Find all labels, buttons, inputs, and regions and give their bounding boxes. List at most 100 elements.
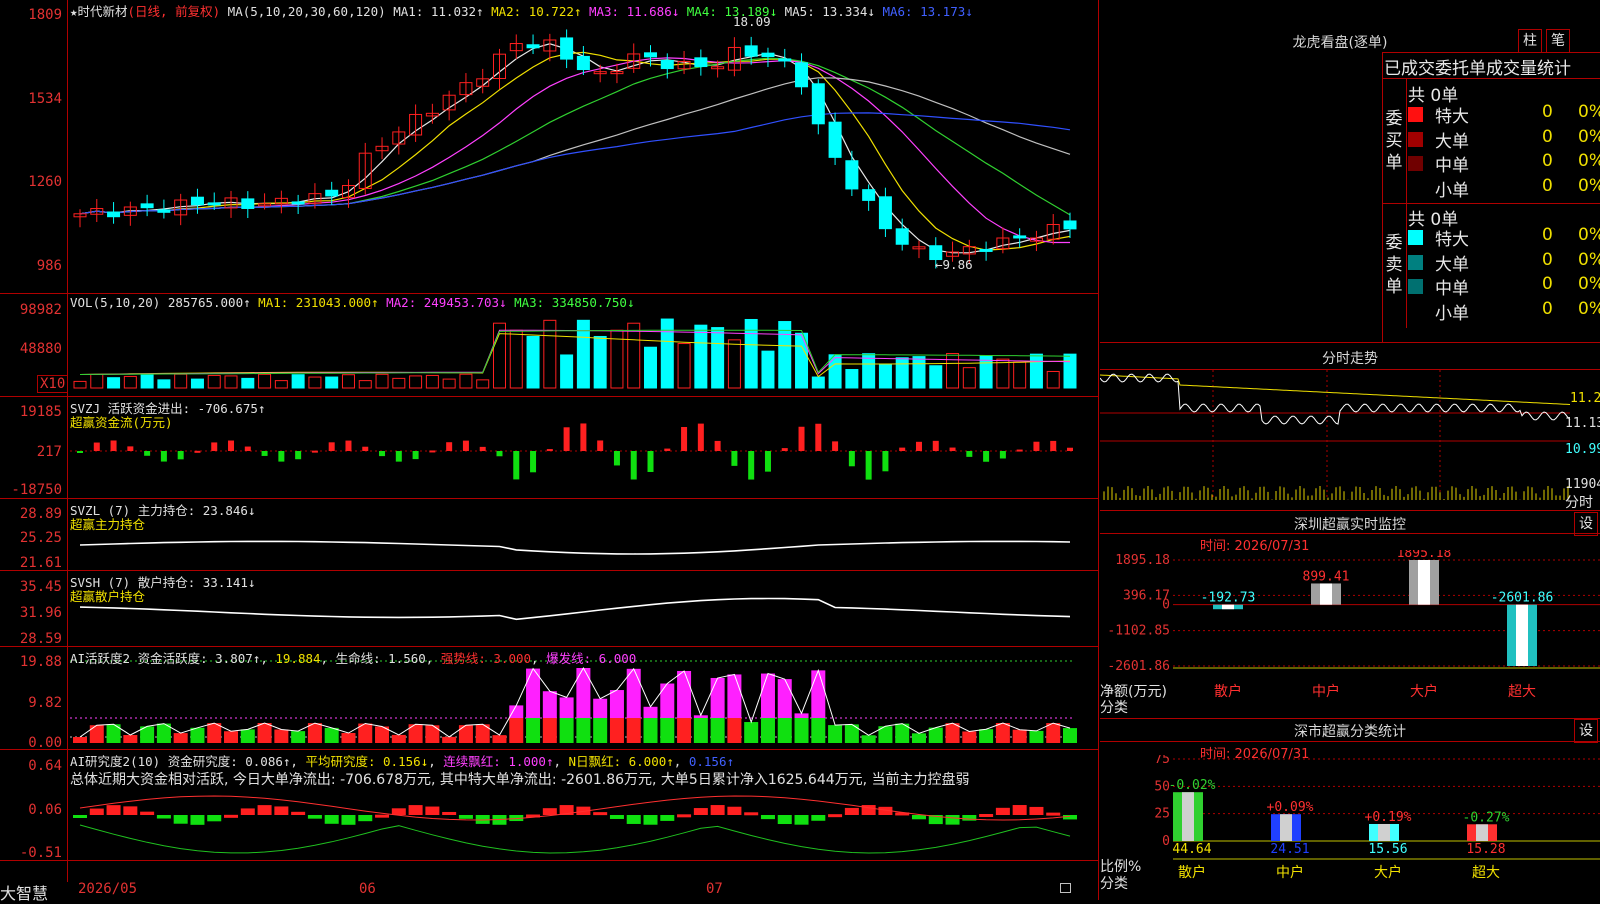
flow-bar <box>1067 447 1073 451</box>
activity-bar <box>173 733 188 743</box>
color-swatch <box>1408 107 1423 122</box>
flow-bar <box>932 440 939 451</box>
sell-row: 大单 0 0% <box>1408 249 1600 275</box>
flow-bar <box>664 448 671 451</box>
lock-icon[interactable] <box>1060 883 1071 893</box>
volume-bar <box>90 373 104 389</box>
candle <box>895 228 909 245</box>
order-percent: 0% <box>1578 249 1600 270</box>
activity-bar <box>727 718 742 743</box>
activity-bar <box>660 718 675 743</box>
ai2-summary: 总体近期大资金相对活跃, 今日大单净流出: -706.678万元, 其中特大单净… <box>70 772 970 788</box>
color-swatch <box>1408 230 1423 245</box>
flow-bar <box>865 451 872 480</box>
price-tick: 986 <box>36 258 62 274</box>
intraday-tick: 10.99 <box>1565 442 1600 457</box>
ma2-value: MA2: 10.722↑ <box>491 4 582 19</box>
research-bar <box>190 815 205 825</box>
monitor-tick: 1895.18 <box>1115 553 1170 568</box>
activity-bar <box>710 718 725 743</box>
activity-bar <box>240 729 255 743</box>
intraday-chart[interactable] <box>1100 370 1600 510</box>
monitor-category: 中户 <box>1312 683 1340 700</box>
activity-bar <box>291 731 306 743</box>
flow-bar <box>395 451 402 462</box>
price-tick: 1260 <box>28 174 62 190</box>
activity-bar <box>526 718 541 743</box>
activity-bar <box>777 718 792 743</box>
candle <box>325 189 339 197</box>
volume-bar <box>241 377 255 389</box>
intraday-vol-tick: 11904 <box>1565 477 1600 492</box>
ai2-cont: 连续飘红: 1.000↑ <box>443 754 554 769</box>
ai1-tick: 9.82 <box>28 695 62 711</box>
order-size-label: 大单 <box>1435 131 1469 152</box>
intraday-price-line <box>1100 373 1571 425</box>
tick-mode-button[interactable]: 笔 <box>1546 29 1570 53</box>
szmon-chart[interactable]: 1895.18396.170-1102.85-2601.86-192.73散户8… <box>1100 550 1600 718</box>
szcls-chart[interactable]: 7550250-0.02%44.64散户+0.09%24.51中户+0.19%1… <box>1100 755 1600 900</box>
monitor-tick: -2601.86 <box>1107 659 1170 674</box>
research-bar <box>811 815 826 821</box>
bar-mode-button[interactable]: 柱 <box>1518 29 1542 53</box>
stock-name[interactable]: ★时代新材 <box>70 4 128 19</box>
volume-bar <box>946 353 960 389</box>
szcls-settings-button[interactable]: 设 <box>1574 719 1598 743</box>
candle <box>761 52 775 58</box>
research-bar <box>677 814 692 818</box>
research-bar <box>442 811 457 815</box>
pane-divider <box>0 293 1098 294</box>
svzl-tick: 21.61 <box>19 555 62 571</box>
research-bar <box>274 806 289 815</box>
vol-tick: 48880 <box>19 341 62 357</box>
chart-mode[interactable]: (日线, 前复权) <box>128 4 221 19</box>
research-bar <box>89 808 104 815</box>
vol-unit: X10 <box>37 375 69 393</box>
candle <box>644 52 658 58</box>
research-bar <box>224 814 239 818</box>
candle <box>778 58 792 62</box>
activity-bar <box>542 718 557 743</box>
research-bar <box>341 815 356 825</box>
research-bar <box>828 814 843 818</box>
flow-bar <box>848 451 855 467</box>
activity-bar <box>257 723 272 743</box>
activity-bar <box>928 727 943 743</box>
candle <box>560 37 574 60</box>
volume-bar <box>627 322 641 389</box>
class-value-label: 24.51 <box>1270 842 1309 857</box>
flow-bar <box>899 447 906 451</box>
activity-bar <box>324 727 339 743</box>
research-bar <box>710 805 725 815</box>
flow-bar <box>647 451 654 472</box>
candle <box>241 198 255 209</box>
pane-divider <box>0 749 1098 750</box>
ai1-tick: 19.88 <box>19 654 62 670</box>
activity-bar <box>911 733 926 743</box>
intraday-title: 分时走势 <box>1322 351 1378 367</box>
ai2-tick: 0.06 <box>28 802 62 818</box>
volume-bar <box>258 373 272 389</box>
ma-line <box>79 112 1071 215</box>
volume-bar <box>224 375 238 389</box>
activity-bar <box>307 723 322 743</box>
flow-bar <box>748 451 755 480</box>
flow-bar <box>949 447 956 451</box>
svzj-tick: 19185 <box>19 404 62 420</box>
szmon-xlabel: 分类 <box>1100 700 1128 716</box>
color-swatch <box>1408 279 1423 294</box>
flow-bar <box>546 449 553 452</box>
research-bar <box>257 805 272 815</box>
research-bar <box>207 815 222 822</box>
monitor-bar-shine <box>1418 560 1430 605</box>
ai2-avg: 平均研究度: 0.156↓ <box>305 754 429 769</box>
flow-bar <box>530 451 537 473</box>
volume-bar <box>845 369 859 389</box>
volume-bar <box>761 350 775 389</box>
ma-line <box>79 77 1071 215</box>
monitor-bar-shine <box>1320 583 1332 605</box>
volume-bar <box>392 377 406 389</box>
activity-bar-high <box>609 690 624 718</box>
research-bar <box>358 815 373 822</box>
szcls-title: 深市超赢分类统计 <box>1294 724 1406 740</box>
